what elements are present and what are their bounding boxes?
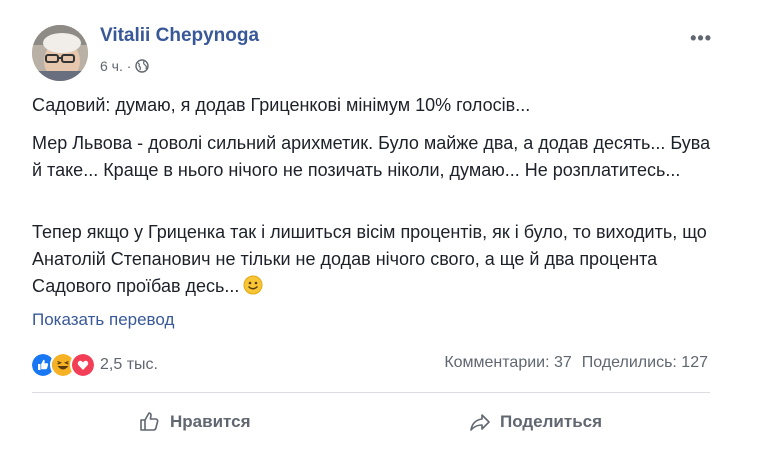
like-button[interactable]: Нравится — [138, 410, 251, 434]
facebook-post: Vitalii Chepynoga 6 ч. · ••• Садовий: ду… — [0, 0, 784, 469]
show-translation-link[interactable]: Показать перевод — [32, 310, 174, 330]
post-paragraph: Тепер якщо у Гриценка так і лишиться віс… — [32, 219, 722, 300]
post-paragraph: Садовий: думаю, я додав Гриценкові мінім… — [32, 95, 531, 115]
globe-icon[interactable] — [135, 59, 150, 73]
smile-emoji-icon — [243, 275, 263, 295]
share-label: Поделиться — [500, 412, 603, 431]
avatar[interactable] — [32, 25, 88, 81]
like-label: Нравится — [170, 412, 251, 431]
author-name[interactable]: Vitalii Chepynoga — [100, 25, 259, 47]
post-paragraph: Мер Львова - доволі сильний арихметик. Б… — [32, 133, 711, 180]
love-reaction-icon — [70, 352, 96, 378]
share-button[interactable]: Поделиться — [468, 410, 602, 434]
post-paragraph-text: Тепер якщо у Гриценка так і лишиться віс… — [32, 222, 707, 296]
divider — [32, 392, 710, 393]
post-stats: Комментарии: 37 Поделились: 127 — [444, 354, 708, 372]
share-arrow-icon — [470, 414, 490, 431]
comments-count[interactable]: Комментарии: 37 — [444, 354, 571, 372]
reactions-summary[interactable]: 2,5 тыс. — [30, 352, 158, 378]
reactions-count[interactable]: 2,5 тыс. — [100, 356, 158, 374]
thumbs-up-icon — [140, 412, 159, 431]
shares-count[interactable]: Поделились: 127 — [582, 354, 708, 372]
post-time[interactable]: 6 ч. · — [100, 58, 131, 74]
more-options-icon[interactable]: ••• — [690, 28, 712, 49]
post-meta: 6 ч. · — [100, 58, 150, 74]
